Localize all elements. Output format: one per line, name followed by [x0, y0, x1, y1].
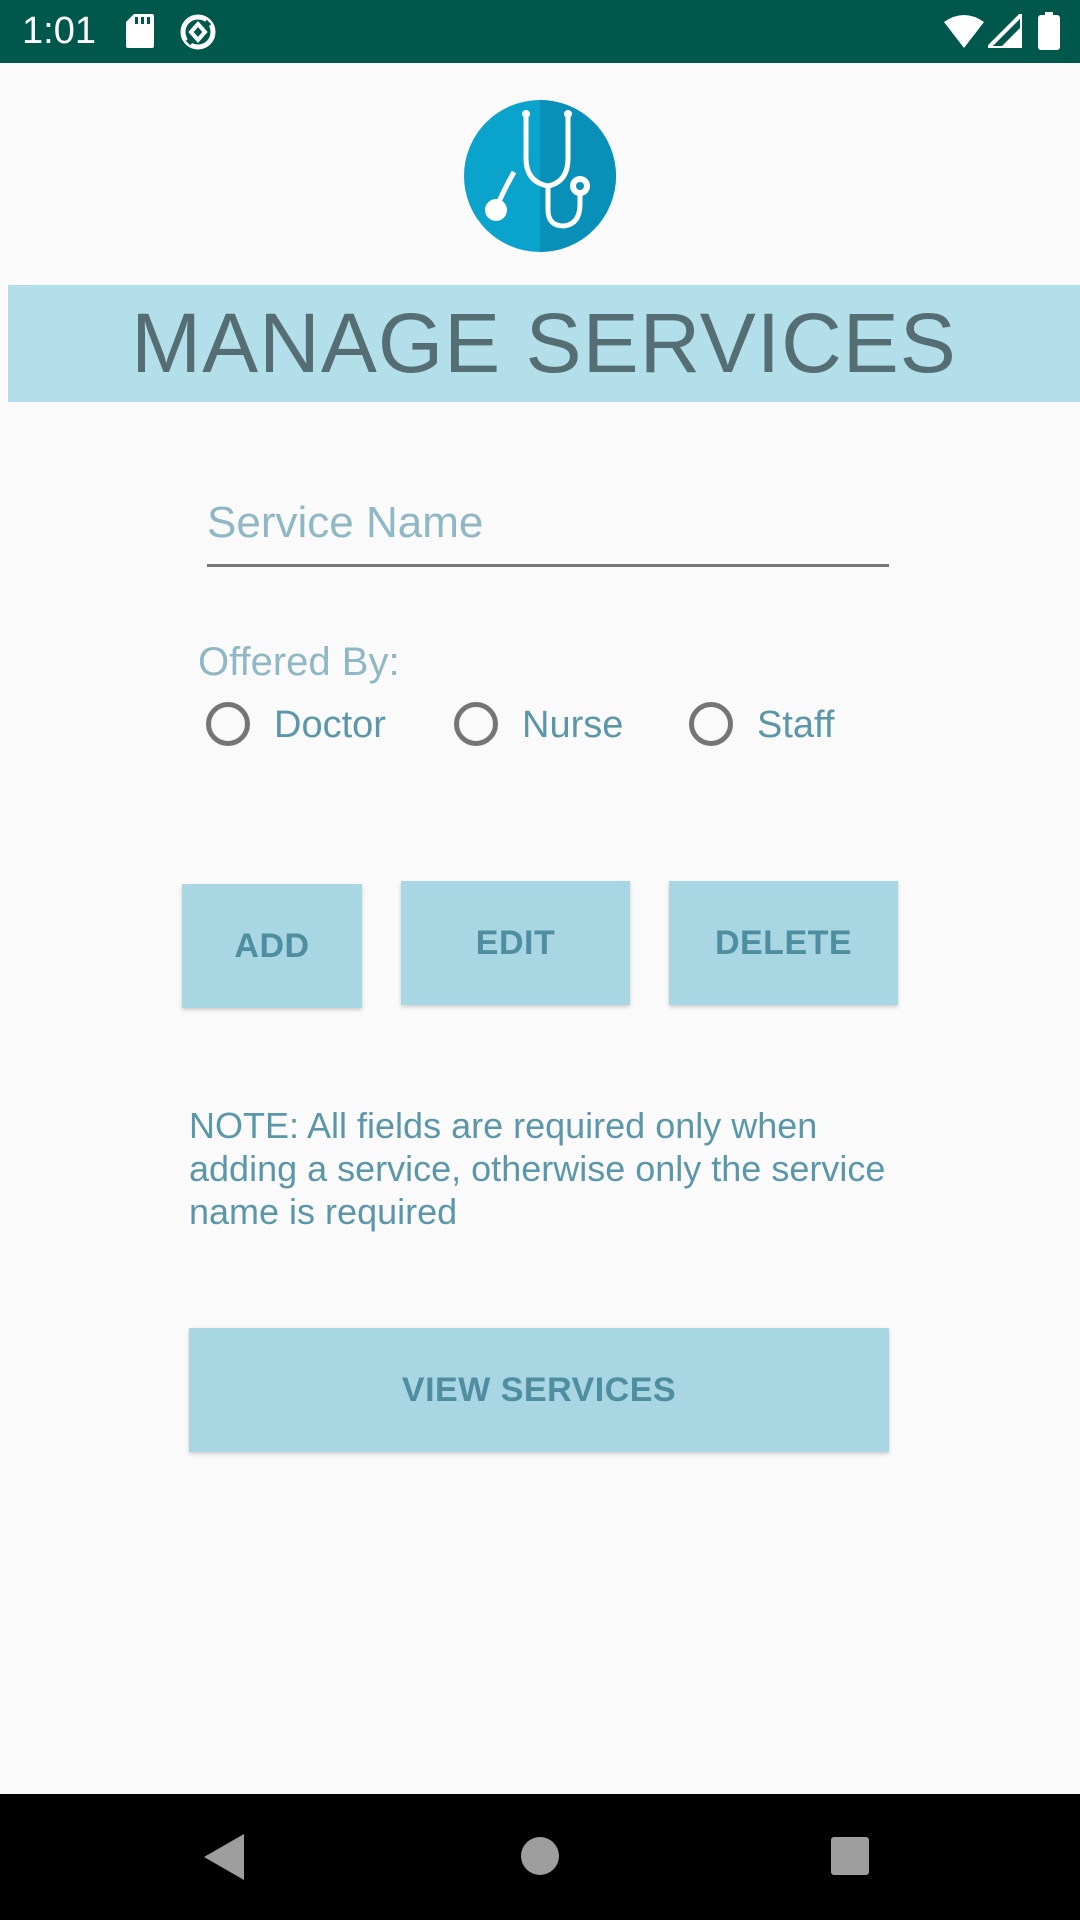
radio-option-doctor[interactable]: Doctor	[206, 700, 386, 756]
delete-button[interactable]: DELETE	[669, 881, 898, 1005]
title-banner: MANAGE SERVICES	[8, 285, 1080, 402]
stethoscope-icon	[464, 100, 616, 252]
radio-button-icon[interactable]	[689, 702, 733, 746]
offered-by-label: Offered By:	[198, 640, 400, 684]
back-icon[interactable]	[200, 1832, 246, 1882]
radio-button-icon[interactable]	[454, 702, 498, 746]
add-button[interactable]: ADD	[182, 884, 362, 1008]
cell-signal-icon	[988, 14, 1022, 48]
data-saver-icon	[180, 14, 216, 50]
status-time: 1:01	[22, 10, 96, 52]
view-services-button[interactable]: VIEW SERVICES	[189, 1328, 889, 1452]
navigation-bar	[0, 1794, 1080, 1920]
battery-icon	[1038, 12, 1060, 50]
sd-card-icon	[126, 14, 154, 48]
radio-button-icon[interactable]	[206, 702, 250, 746]
edit-button[interactable]: EDIT	[401, 881, 630, 1005]
wifi-icon	[944, 15, 984, 48]
recents-icon[interactable]	[830, 1836, 870, 1876]
page-title: MANAGE SERVICES	[131, 296, 957, 390]
status-bar: 1:01	[0, 0, 1080, 63]
radio-label-staff: Staff	[757, 704, 835, 746]
service-name-input[interactable]	[207, 490, 889, 567]
note-text: NOTE: All fields are required only when …	[189, 1105, 886, 1232]
radio-option-staff[interactable]: Staff	[689, 700, 869, 756]
radio-label-doctor: Doctor	[274, 704, 386, 746]
home-icon[interactable]	[520, 1836, 560, 1876]
radio-label-nurse: Nurse	[522, 704, 624, 746]
radio-option-nurse[interactable]: Nurse	[454, 700, 634, 756]
